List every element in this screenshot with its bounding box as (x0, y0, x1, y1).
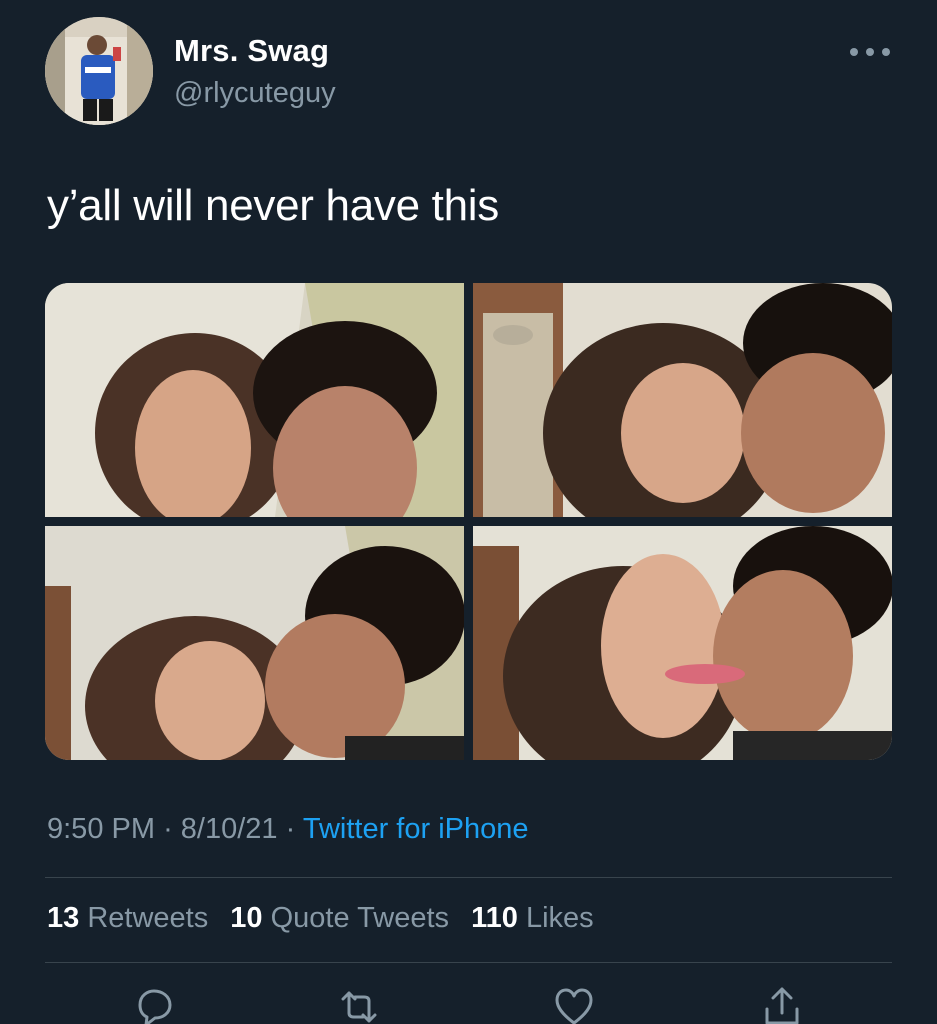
display-name[interactable]: Mrs. Swag (174, 33, 329, 69)
tweet-stats: 13 Retweets 10 Quote Tweets 110 Likes (47, 902, 608, 935)
retweets-count: 13 (47, 902, 80, 934)
tweet-meta: 9:50 PM · 8/10/21 · Twitter for iPhone (47, 813, 529, 846)
action-bar (0, 985, 937, 1024)
share-icon[interactable] (760, 985, 804, 1024)
meta-separator: · (163, 813, 173, 845)
tweet-time[interactable]: 9:50 PM (47, 813, 155, 845)
likes-stat[interactable]: 110 Likes (471, 902, 594, 935)
likes-label: Likes (525, 902, 594, 934)
user-handle[interactable]: @rlycuteguy (174, 77, 336, 110)
tweet-source[interactable]: Twitter for iPhone (303, 813, 529, 845)
media-grid (45, 283, 892, 760)
avatar-image (45, 17, 153, 125)
divider (45, 962, 892, 963)
more-icon[interactable] (850, 40, 890, 64)
quote-tweets-stat[interactable]: 10 Quote Tweets (230, 902, 449, 935)
retweet-icon[interactable] (337, 985, 381, 1024)
tweet-detail: Mrs. Swag @rlycuteguy y’all will never h… (0, 0, 937, 1024)
quote-tweets-label: Quote Tweets (270, 902, 450, 934)
quote-tweets-count: 10 (230, 902, 263, 934)
retweets-label: Retweets (87, 902, 209, 934)
media-photo-2[interactable] (473, 283, 892, 517)
likes-count: 110 (471, 902, 518, 934)
media-photo-3[interactable] (45, 526, 464, 760)
avatar[interactable] (45, 17, 153, 125)
tweet-text: y’all will never have this (47, 181, 499, 230)
reply-icon[interactable] (132, 985, 176, 1024)
media-photo-1[interactable] (45, 283, 464, 517)
divider (45, 877, 892, 878)
retweets-stat[interactable]: 13 Retweets (47, 902, 208, 935)
tweet-date[interactable]: 8/10/21 (181, 813, 278, 845)
meta-separator: · (285, 813, 296, 845)
media-photo-4[interactable] (473, 526, 892, 760)
like-icon[interactable] (552, 985, 596, 1024)
